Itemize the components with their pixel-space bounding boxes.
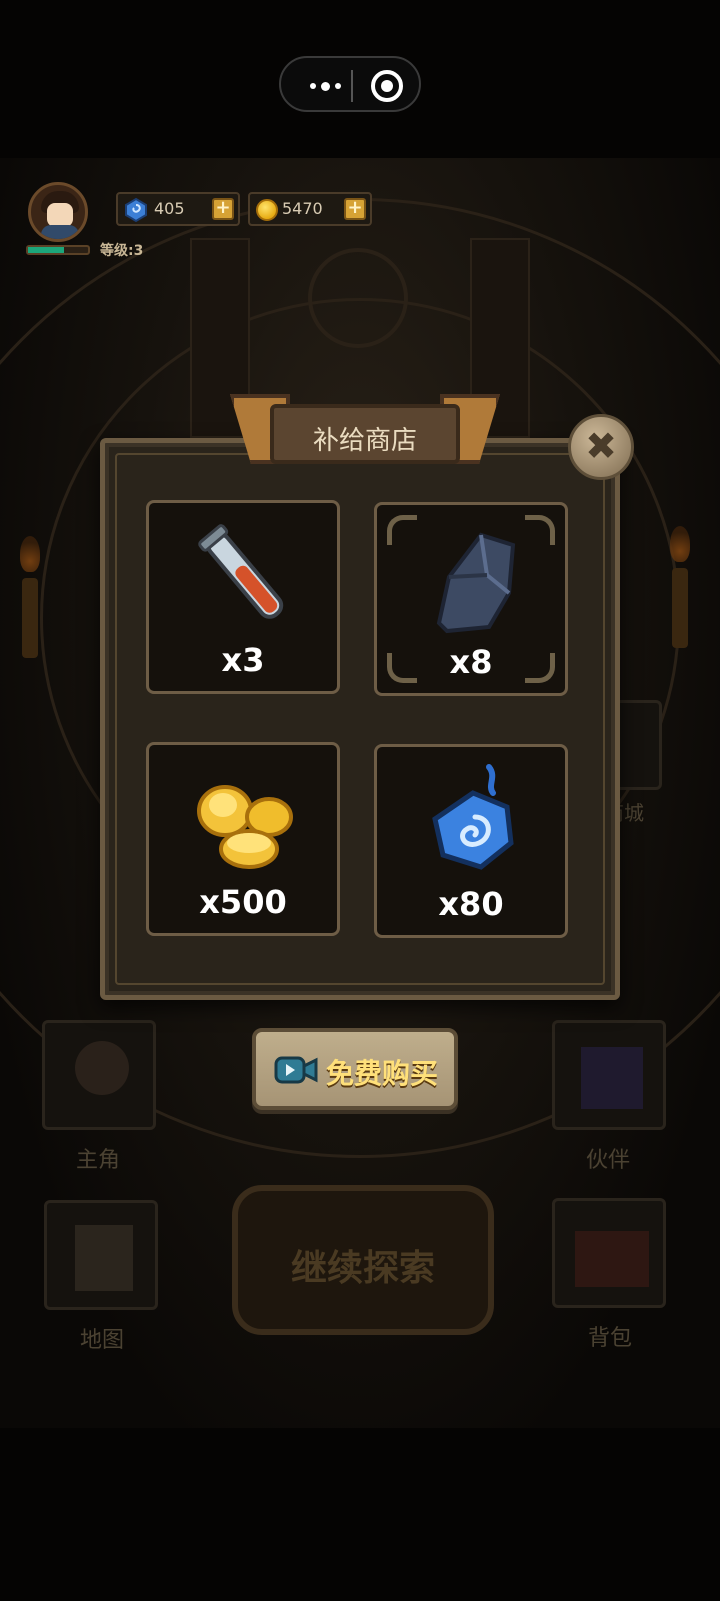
game-screen: 等级:3 405 + 5470 + 商城 主角 伙伴 地图 背包 继续探索 补给… [0, 0, 720, 1601]
more-menu-button[interactable] [301, 76, 349, 96]
free-buy-button[interactable]: 免费购买 [252, 1028, 458, 1110]
gold-coin-icon [256, 199, 278, 221]
gem-counter: 405 + [116, 192, 240, 226]
close-miniprogram-button[interactable] [371, 70, 403, 102]
hero-tile [42, 1020, 156, 1130]
item-quantity: x80 [438, 885, 504, 923]
bg-flame-right [670, 526, 690, 562]
bg-flame-left [20, 536, 40, 572]
partner-label: 伙伴 [586, 1148, 631, 1173]
free-buy-label: 免费购买 [326, 1057, 439, 1090]
bag-label: 背包 [588, 1326, 633, 1351]
hero-label: 主角 [76, 1148, 121, 1173]
item-quantity: x8 [449, 643, 493, 681]
map-label: 地图 [80, 1328, 125, 1353]
gem-icon [125, 197, 147, 223]
continue-explore-button: 继续探索 [232, 1185, 494, 1335]
player-avatar[interactable] [28, 182, 88, 242]
bag-tile [552, 1198, 666, 1308]
capsule-menu [279, 56, 421, 112]
map-tile [44, 1200, 158, 1310]
video-camera-icon [274, 1056, 318, 1084]
shop-item-ore[interactable]: x8 [374, 502, 568, 696]
add-gold-button[interactable]: + [344, 198, 366, 220]
partner-tile [552, 1020, 666, 1130]
bg-torch-right [672, 568, 688, 648]
shop-title-banner: 补给商店 [230, 394, 500, 472]
shop-item-potion[interactable]: x3 [146, 500, 340, 694]
add-gems-button[interactable]: + [212, 198, 234, 220]
shop-title: 补给商店 [312, 426, 417, 456]
gold-amount: 5470 [282, 199, 323, 218]
item-quantity: x3 [221, 641, 265, 679]
player-level: 等级:3 [100, 243, 144, 259]
capsule-divider [351, 70, 353, 102]
bg-clock [308, 248, 408, 348]
xp-bar [26, 245, 90, 255]
explore-label: 继续探索 [290, 1248, 435, 1289]
close-icon[interactable]: ✖ [568, 414, 634, 480]
gem-amount: 405 [154, 199, 185, 218]
item-quantity: x500 [199, 883, 287, 921]
shop-item-gem[interactable]: x80 [374, 744, 568, 938]
bg-torch-left [22, 578, 38, 658]
shop-item-gold-coins[interactable]: x500 [146, 742, 340, 936]
gold-counter: 5470 + [248, 192, 372, 226]
